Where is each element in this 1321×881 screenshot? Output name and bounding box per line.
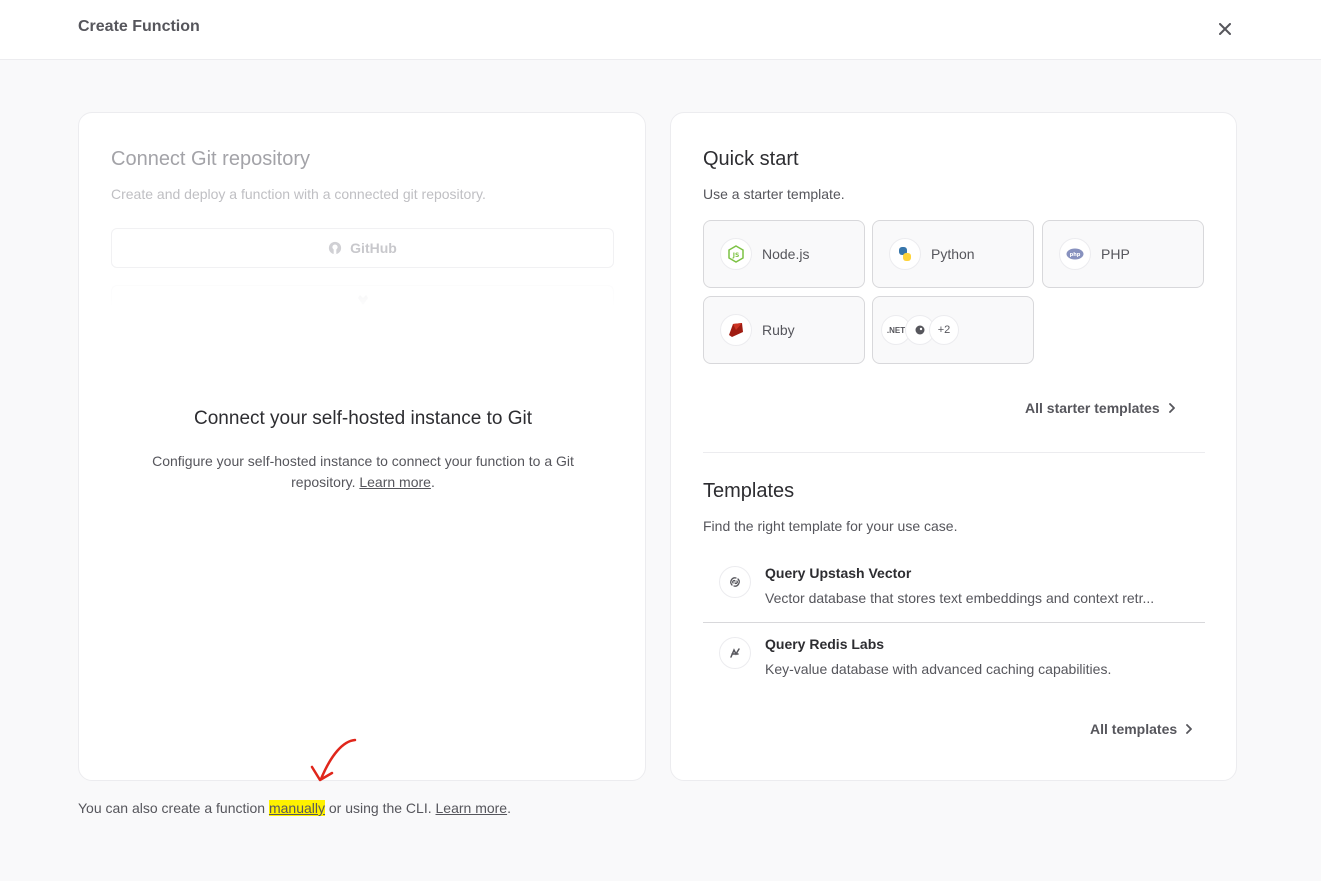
template-item-redis[interactable]: Query Redis Labs Key-value database with… [703, 627, 1205, 697]
footer-prefix: You can also create a function [78, 800, 266, 816]
fade-overlay [99, 268, 627, 313]
redis-icon [719, 637, 751, 669]
runtime-tile-php[interactable]: php PHP [1042, 220, 1204, 288]
git-title: Connect Git repository [111, 148, 310, 170]
github-label: GitHub [350, 240, 397, 256]
template-desc: Vector database that stores text embeddi… [765, 590, 1155, 606]
quickstart-subtitle: Use a starter template. [703, 186, 845, 202]
php-icon: php [1059, 238, 1091, 270]
close-button[interactable] [1213, 17, 1237, 41]
python-icon [889, 238, 921, 270]
svg-text:php: php [1070, 252, 1081, 258]
github-button: GitHub [111, 228, 614, 268]
template-name: Query Upstash Vector [765, 565, 912, 581]
runtime-tile-more[interactable]: .NET +2 [872, 296, 1034, 364]
svg-text:JS: JS [732, 252, 740, 259]
cli-learn-more-link[interactable]: Learn more [436, 800, 508, 816]
selfhost-title: Connect your self-hosted instance to Git [194, 408, 532, 429]
template-desc: Key-value database with advanced caching… [765, 661, 1112, 677]
runtime-tile-python[interactable]: Python [872, 220, 1034, 288]
all-templates-label: All templates [1090, 721, 1178, 737]
more-runtimes: .NET +2 [881, 315, 959, 345]
runtime-tile-ruby[interactable]: Ruby [703, 296, 865, 364]
runtime-label: PHP [1101, 246, 1130, 262]
upstash-icon [719, 566, 751, 598]
runtime-label: Ruby [762, 322, 795, 338]
git-subtitle: Create and deploy a function with a conn… [111, 186, 486, 202]
page-title: Create Function [78, 18, 200, 35]
templates-title: Templates [703, 480, 795, 502]
quickstart-card: Quick start Use a starter template. JS N… [670, 112, 1237, 781]
runtime-tile-nodejs[interactable]: JS Node.js [703, 220, 865, 288]
nodejs-icon: JS [720, 238, 752, 270]
templates-subtitle: Find the right template for your use cas… [703, 518, 958, 534]
runtime-label: Node.js [762, 246, 810, 262]
ruby-icon [720, 314, 752, 346]
all-templates-link[interactable]: All templates [1090, 721, 1193, 737]
all-starter-templates-label: All starter templates [1025, 400, 1160, 416]
section-divider [703, 452, 1205, 453]
learn-more-link[interactable]: Learn more [359, 474, 431, 490]
manually-link[interactable]: manually [268, 800, 325, 816]
chevron-right-icon [1168, 403, 1175, 413]
footer-note: You can also create a function manually … [78, 800, 511, 816]
github-icon [329, 241, 342, 255]
template-item-upstash[interactable]: Query Upstash Vector Vector database tha… [703, 556, 1205, 626]
runtime-label: Python [931, 246, 975, 262]
annotation-arrow-icon [310, 738, 357, 782]
template-separator [703, 622, 1205, 623]
footer-middle: or using the CLI. [328, 800, 432, 816]
chevron-right-icon [1186, 724, 1193, 734]
git-card: Connect Git repository Create and deploy… [78, 112, 646, 781]
quickstart-title: Quick start [703, 148, 799, 170]
all-starter-templates-link[interactable]: All starter templates [1025, 400, 1176, 416]
more-count: +2 [929, 315, 959, 345]
modal-header: Create Function [0, 0, 1321, 60]
close-icon [1219, 23, 1231, 35]
selfhost-description: Configure your self-hosted instance to c… [152, 453, 574, 490]
template-name: Query Redis Labs [765, 636, 885, 652]
